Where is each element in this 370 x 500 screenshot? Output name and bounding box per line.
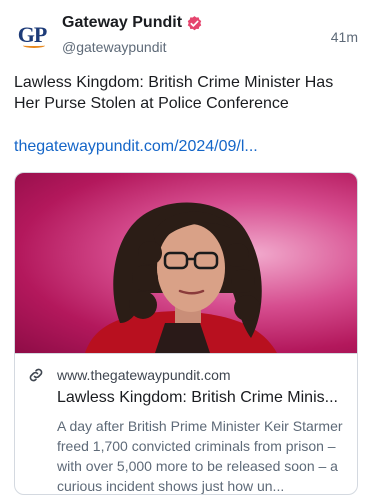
link-preview-card[interactable]: www.thegatewaypundit.com Lawless Kingdom… (14, 172, 358, 495)
card-body[interactable]: www.thegatewaypundit.com Lawless Kingdom… (15, 353, 357, 494)
post-timestamp[interactable]: 41m (331, 29, 358, 45)
post-link[interactable]: thegatewaypundit.com/2024/09/l... (14, 138, 258, 156)
display-name[interactable]: Gateway Pundit (62, 14, 182, 32)
avatar-swoosh (23, 43, 45, 48)
post[interactable]: GP Gateway Pundit @gatewaypundit 41m Law… (0, 0, 370, 500)
verified-badge-icon (186, 15, 203, 32)
card-description: A day after British Prime Minister Keir … (57, 418, 343, 494)
card-thumbnail-image (15, 173, 357, 353)
author-handle[interactable]: @gatewaypundit (62, 39, 167, 55)
author-row: Gateway Pundit (62, 14, 203, 32)
card-title[interactable]: Lawless Kingdom: British Crime Minis... (57, 388, 349, 408)
link-icon (27, 366, 45, 384)
post-text: Lawless Kingdom: British Crime Minister … (14, 74, 334, 112)
card-domain: www.thegatewaypundit.com (57, 367, 231, 383)
avatar[interactable]: GP (14, 18, 50, 54)
